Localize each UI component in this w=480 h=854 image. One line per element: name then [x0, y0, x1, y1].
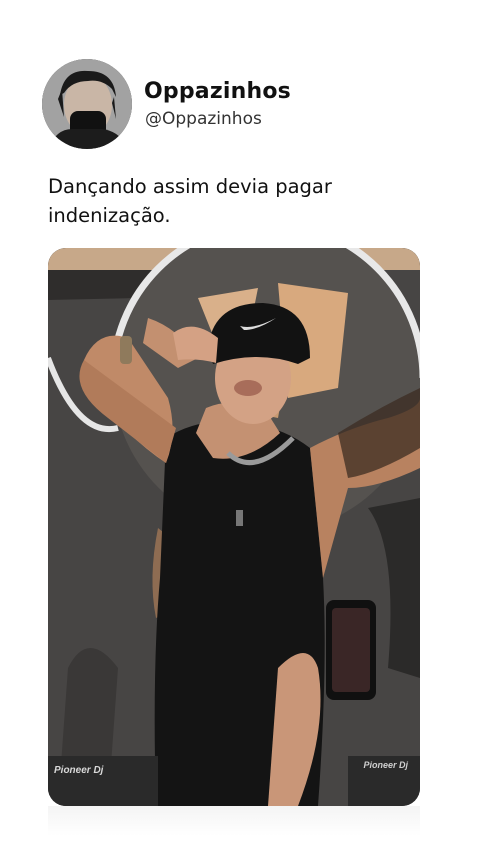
avatar-image [42, 59, 132, 149]
tweet-text: Dançando assim devia pagar indenização. [48, 175, 332, 227]
user-handle[interactable]: @Oppazinhos [145, 109, 262, 129]
avatar[interactable] [42, 59, 132, 149]
media-watermark-right: Pioneer Dj [363, 760, 408, 770]
display-name[interactable]: Oppazinhos [144, 79, 291, 104]
media-watermark-left: Pioneer Dj [54, 765, 104, 776]
tweet-card: Oppazinhos @Oppazinhos Dançando assim de… [0, 0, 480, 854]
tweet-media[interactable]: Pioneer Dj Pioneer Dj [48, 248, 420, 806]
media-bottom-fade [48, 806, 420, 836]
video-frame-image [48, 248, 420, 806]
